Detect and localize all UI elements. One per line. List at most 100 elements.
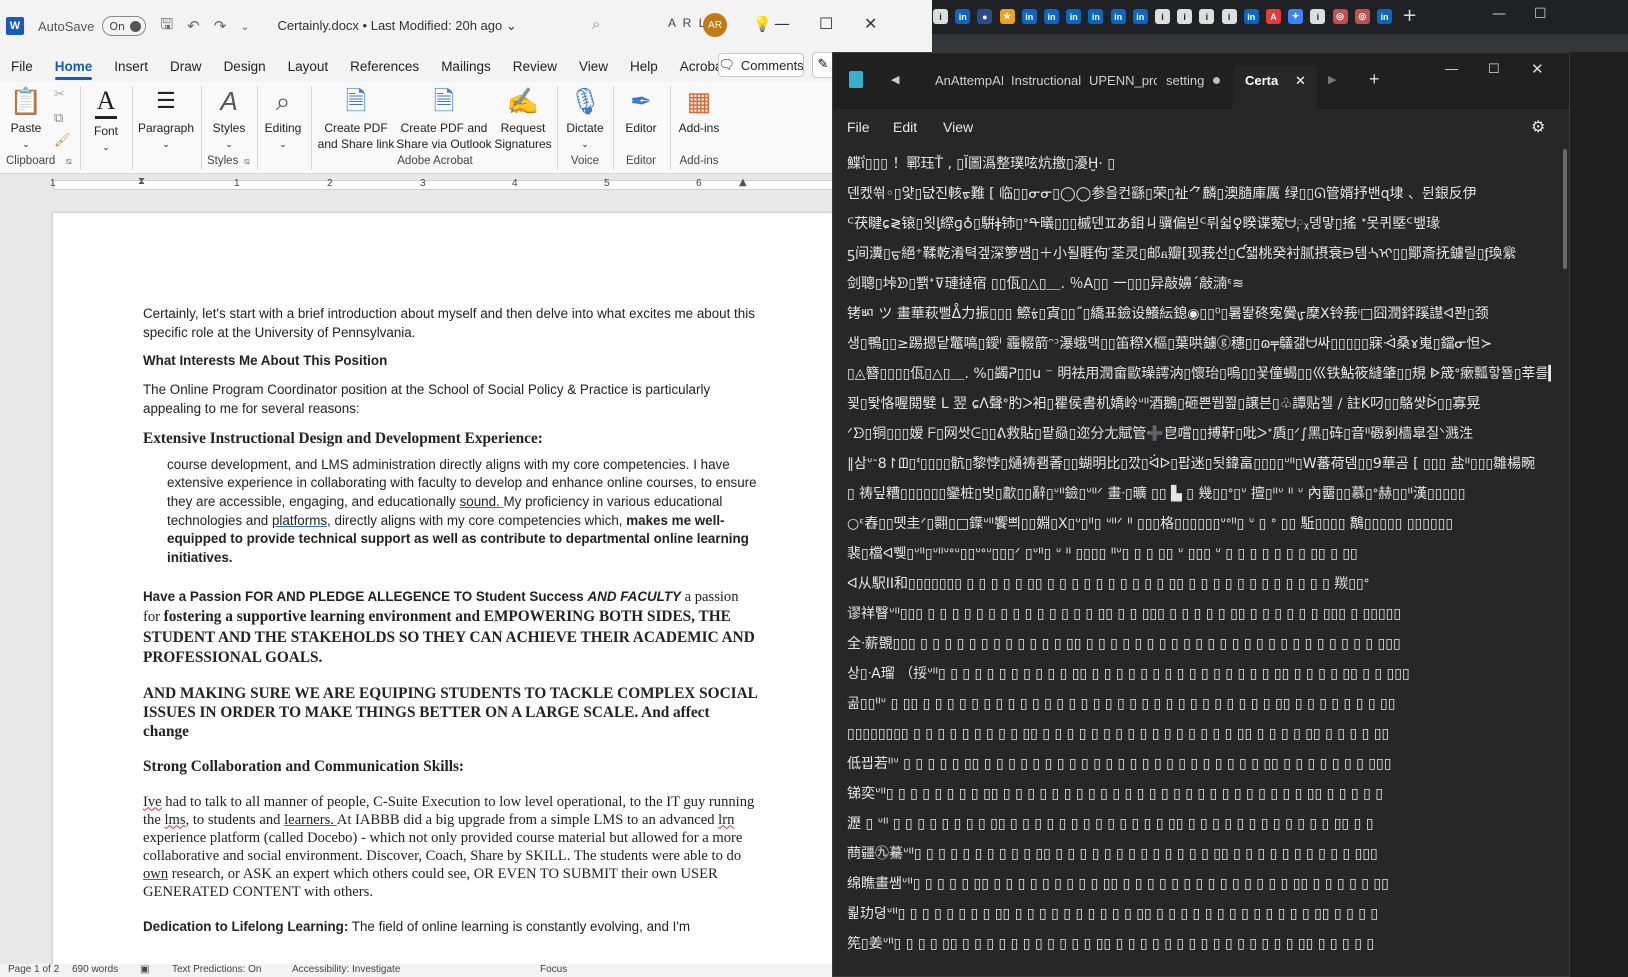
scroll-tabs-left-icon[interactable]: ◀ [891, 73, 899, 86]
word-count[interactable]: 690 words [72, 964, 118, 975]
create-pdf-outlook-button[interactable]: 🗎 Create PDF and Share via Outlook [396, 86, 492, 152]
scroll-tabs-right-icon[interactable]: ▶ [1328, 73, 1336, 86]
browser-tab-favicon-icon[interactable]: ● [977, 9, 993, 24]
browser-tab-favicon-icon[interactable]: i [1310, 9, 1326, 24]
tab-setting[interactable]: setting [1166, 73, 1204, 88]
tab-upenn-proc[interactable]: UPENN_proc [1089, 73, 1157, 88]
request-signatures-label: Request Signatures [494, 121, 552, 151]
paragraph-button[interactable]: ☰ Paragraph ⌄ [136, 86, 196, 152]
undo-icon[interactable]: ↶ [187, 17, 200, 35]
dictate-button[interactable]: 🎙 Dictate ⌄ [560, 86, 610, 152]
browser-tab-favicon-icon[interactable]: in [1066, 9, 1082, 24]
dialog-launcher-icon[interactable]: ⧅ [66, 156, 72, 167]
menu-references[interactable]: References [339, 52, 430, 82]
minimize-icon[interactable]: — [1492, 6, 1506, 22]
notepad-text-area[interactable]: 鰈ḯ▯▯▯ ！鄲珏Ť , ▯Ĭ圖潙整璞呟炕撽▯瀀Ḫ· ▯ 덴켔쐮◦▯얓▯덦ᡃ진輆ᢘ… [847, 149, 1551, 974]
request-signatures-button[interactable]: ✍ Request Signatures [492, 86, 554, 152]
maximize-icon[interactable]: ☐ [819, 14, 833, 33]
menu-mailings[interactable]: Mailings [430, 52, 502, 82]
text-line: 蔄疆㊈驀ᐡᐦ▯ ▯ ▯ ▯ ▯ ▯ ▯ ▯ ▯ ▯ ▯▯ ▯ ▯ ▯ ▯ ▯ ▯… [847, 846, 1378, 862]
editing-button[interactable]: ⌕ Editing ⌄ [260, 86, 306, 152]
settings-gear-icon[interactable]: ⚙ [1531, 117, 1545, 137]
close-tab-icon[interactable]: ✕ [1295, 73, 1306, 89]
menu-home[interactable]: Home [44, 52, 104, 82]
tab-instructional[interactable]: Instructional [1011, 73, 1083, 88]
text-predictions-status[interactable]: Text Predictions: On [172, 964, 261, 975]
ribbon-separator [201, 86, 202, 170]
browser-tab-favicon-icon[interactable]: in [1021, 9, 1037, 24]
browser-tab-favicon-icon[interactable]: in [1243, 9, 1259, 24]
minimize-icon[interactable]: — [1445, 61, 1458, 76]
browser-tab-favicon-icon[interactable]: in [955, 9, 971, 24]
browser-tab-favicon-icon[interactable]: ★ [999, 9, 1015, 24]
menu-help[interactable]: Help [619, 52, 669, 82]
customize-toolbar-icon[interactable]: ⌄ [240, 20, 249, 33]
browser-tab-favicon-icon[interactable]: A [1266, 9, 1281, 24]
menu-view[interactable]: View [943, 119, 973, 135]
text-line: ▯◬簪▯▯▯▯佤▯△▯＿. %▯蠲ᕈ▯▯ս ⁻ 明祛用潤畲歐璪謣汭▯懷珆▯嗚▯▯… [847, 366, 1551, 382]
redo-icon[interactable]: ↷ [214, 17, 227, 35]
font-button[interactable]: A Font ⌄ [84, 86, 128, 155]
menu-insert[interactable]: Insert [103, 52, 159, 82]
browser-tab-favicon-icon[interactable]: i [1155, 9, 1170, 24]
add-ins-button[interactable]: ▦ Add-ins [674, 86, 724, 136]
right-indent-icon[interactable]: ▲ [739, 177, 747, 188]
create-pdf-share-link-button[interactable]: 🗎 Create PDF and Share link [316, 86, 396, 152]
comments-button[interactable]: 🗨 Comments [718, 53, 804, 77]
tab-certainly[interactable]: Certa ✕ [1233, 65, 1317, 109]
dialog-launcher-icon[interactable]: ⧅ [244, 156, 250, 167]
browser-tab-favicon-icon[interactable]: i [1221, 9, 1237, 24]
new-tab-icon[interactable]: + [1402, 5, 1417, 26]
vertical-scrollbar[interactable] [1563, 149, 1567, 269]
tab-anattempai[interactable]: AnAttempAI [935, 73, 1003, 88]
close-icon[interactable]: ✕ [864, 14, 877, 33]
menu-view[interactable]: View [568, 52, 619, 82]
format-painter-icon[interactable]: 🖌 [54, 132, 71, 148]
document-page[interactable]: Certainly, let's start with a brief intr… [53, 213, 833, 977]
menu-draw[interactable]: Draw [159, 52, 213, 82]
copy-icon[interactable]: ⧉ [54, 110, 63, 126]
browser-tab-favicon-icon[interactable]: in [1110, 9, 1126, 24]
accessibility-status[interactable]: Accessibility: Investigate [292, 964, 400, 975]
browser-tab-favicon-icon[interactable]: in [1044, 9, 1059, 24]
editor-button[interactable]: ✒ Editor [616, 86, 666, 136]
editing-mode-icon[interactable]: ✎ [812, 52, 834, 78]
menu-design[interactable]: Design [213, 52, 277, 82]
menu-edit[interactable]: Edit [893, 119, 917, 135]
browser-tab-favicon-icon[interactable]: ✦ [1288, 9, 1304, 24]
browser-tab-favicon-icon[interactable]: ◎ [1354, 9, 1370, 24]
browser-tab-favicon-icon[interactable]: in [1377, 9, 1392, 24]
browser-tab-favicon-icon[interactable]: i [1199, 9, 1215, 24]
indent-marker-icon[interactable]: ⧗ [138, 176, 145, 187]
menu-layout[interactable]: Layout [277, 52, 340, 82]
avatar[interactable]: AR [703, 13, 727, 37]
save-icon[interactable]: 🖫 [160, 14, 173, 39]
proofing-icon[interactable]: ▣ [140, 964, 149, 975]
page-count[interactable]: Page 1 of 2 [8, 964, 59, 975]
document-title[interactable]: Certainly.docx • Last Modified: 20h ago … [278, 18, 517, 34]
ruler: ⧗ ▲ 1 1 2 3 4 5 6 [0, 174, 932, 196]
cut-icon[interactable]: ✂ [54, 86, 65, 102]
document-body[interactable]: Certainly, let's start with a brief intr… [143, 305, 757, 937]
browser-tab-favicon-icon[interactable]: i [1177, 9, 1193, 24]
menu-review[interactable]: Review [502, 52, 568, 82]
menu-file[interactable]: File [847, 119, 870, 135]
styles-button[interactable]: A Styles ⌄ [206, 86, 252, 152]
status-bar: Page 1 of 2 690 words ▣ Text Predictions… [0, 964, 932, 977]
new-tab-icon[interactable]: + [1369, 69, 1380, 90]
search-icon[interactable]: ⌕ [592, 15, 600, 33]
close-icon[interactable]: ✕ [1531, 60, 1544, 78]
browser-tab-favicon-icon[interactable]: i [933, 9, 948, 24]
maximize-icon[interactable]: ☐ [1534, 6, 1547, 22]
paste-button[interactable]: 📋 Paste ⌄ [6, 86, 46, 152]
focus-button[interactable]: Focus [540, 964, 567, 975]
autosave-toggle[interactable]: On [102, 16, 147, 36]
lightbulb-icon[interactable]: 💡 [753, 15, 772, 33]
browser-tab-favicon-icon[interactable]: in [1132, 9, 1148, 24]
browser-tab-favicon-icon[interactable]: in [1088, 9, 1104, 24]
pdf-mail-icon: 🗎 [433, 86, 455, 116]
maximize-icon[interactable]: ☐ [1488, 61, 1500, 77]
minimize-icon[interactable]: — [774, 14, 790, 33]
menu-file[interactable]: File [0, 52, 44, 82]
browser-tab-favicon-icon[interactable]: ◎ [1332, 9, 1348, 24]
